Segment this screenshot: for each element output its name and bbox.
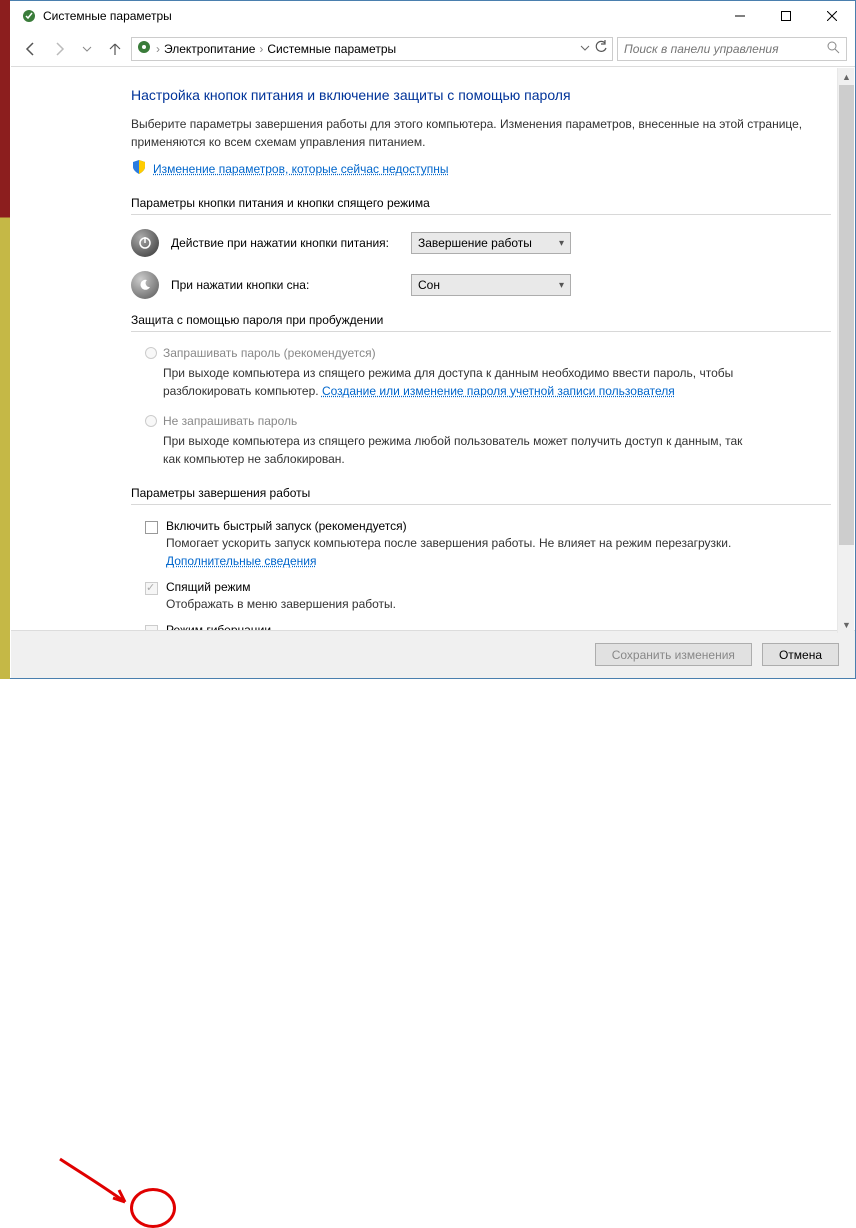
cancel-button[interactable]: Отмена: [762, 643, 839, 666]
scrollbar[interactable]: ▲ ▼: [837, 68, 854, 633]
power-button-icon: [131, 229, 159, 257]
checkbox-fast-startup[interactable]: [145, 521, 158, 534]
annotation-circle: [130, 1188, 176, 1228]
checkbox-label: Режим гибернации: [166, 623, 271, 630]
page-heading: Настройка кнопок питания и включение защ…: [131, 87, 831, 103]
create-password-link[interactable]: Создание или изменение пароля учетной за…: [322, 384, 675, 398]
select-value: Завершение работы: [418, 236, 532, 250]
maximize-button[interactable]: [763, 1, 809, 31]
sleep-button-label: При нажатии кнопки сна:: [171, 278, 411, 292]
window-title: Системные параметры: [43, 9, 172, 23]
checkbox-label: Спящий режим: [166, 580, 250, 594]
chevron-down-icon: ▾: [559, 280, 564, 291]
radio-description: При выходе компьютера из спящего режима …: [163, 432, 763, 468]
sleep-button-select[interactable]: Сон ▾: [411, 274, 571, 296]
search-icon[interactable]: [826, 40, 840, 57]
minimize-button[interactable]: [717, 1, 763, 31]
annotation-arrow: [55, 1154, 145, 1227]
radio-label: Запрашивать пароль (рекомендуется): [163, 346, 376, 360]
titlebar: Системные параметры: [11, 1, 855, 31]
up-button[interactable]: [103, 37, 127, 61]
radio-description: При выходе компьютера из спящего режима …: [163, 364, 763, 400]
radio-no-password: [145, 415, 157, 427]
search-box[interactable]: [617, 37, 847, 61]
forward-button[interactable]: [47, 37, 71, 61]
radio-require-password: [145, 347, 157, 359]
refresh-icon[interactable]: [594, 40, 608, 57]
scroll-thumb[interactable]: [839, 85, 854, 545]
search-input[interactable]: [624, 42, 826, 56]
content-area: Настройка кнопок питания и включение защ…: [11, 67, 855, 630]
shield-icon: [131, 159, 147, 178]
intro-text: Выберите параметры завершения работы для…: [131, 115, 831, 151]
power-button-label: Действие при нажатии кнопки питания:: [171, 236, 411, 250]
change-unavailable-link[interactable]: Изменение параметров, которые сейчас нед…: [153, 162, 449, 176]
radio-label: Не запрашивать пароль: [163, 414, 297, 428]
scroll-down-icon[interactable]: ▼: [838, 616, 855, 633]
sleep-button-icon: [131, 271, 159, 299]
save-button[interactable]: Сохранить изменения: [595, 643, 752, 666]
scroll-up-icon[interactable]: ▲: [838, 68, 855, 85]
breadcrumb-item[interactable]: Системные параметры: [267, 42, 396, 56]
address-dropdown-icon[interactable]: [580, 42, 590, 56]
close-button[interactable]: [809, 1, 855, 31]
section-header-password: Защита с помощью пароля при пробуждении: [131, 313, 831, 332]
power-plan-icon: [136, 39, 152, 58]
footer: Сохранить изменения Отмена: [11, 630, 855, 678]
nav-row: › Электропитание › Системные параметры: [11, 31, 855, 67]
section-header-buttons: Параметры кнопки питания и кнопки спящег…: [131, 196, 831, 215]
back-button[interactable]: [19, 37, 43, 61]
recent-dropdown[interactable]: [75, 37, 99, 61]
chevron-down-icon: ▾: [559, 238, 564, 249]
checkbox-description: Помогает ускорить запуск компьютера посл…: [166, 534, 746, 570]
section-header-shutdown: Параметры завершения работы: [131, 486, 831, 505]
power-options-icon: [21, 8, 37, 24]
checkbox-description: Отображать в меню завершения работы.: [166, 595, 746, 613]
chevron-right-icon: ›: [259, 42, 263, 56]
power-button-select[interactable]: Завершение работы ▾: [411, 232, 571, 254]
address-bar[interactable]: › Электропитание › Системные параметры: [131, 37, 613, 61]
checkbox-sleep: [145, 582, 158, 595]
checkbox-hibernate: [145, 625, 158, 630]
breadcrumb-item[interactable]: Электропитание: [164, 42, 255, 56]
chevron-right-icon: ›: [156, 42, 160, 56]
select-value: Сон: [418, 278, 440, 292]
checkbox-label: Включить быстрый запуск (рекомендуется): [166, 519, 407, 533]
more-info-link[interactable]: Дополнительные сведения: [166, 554, 316, 568]
